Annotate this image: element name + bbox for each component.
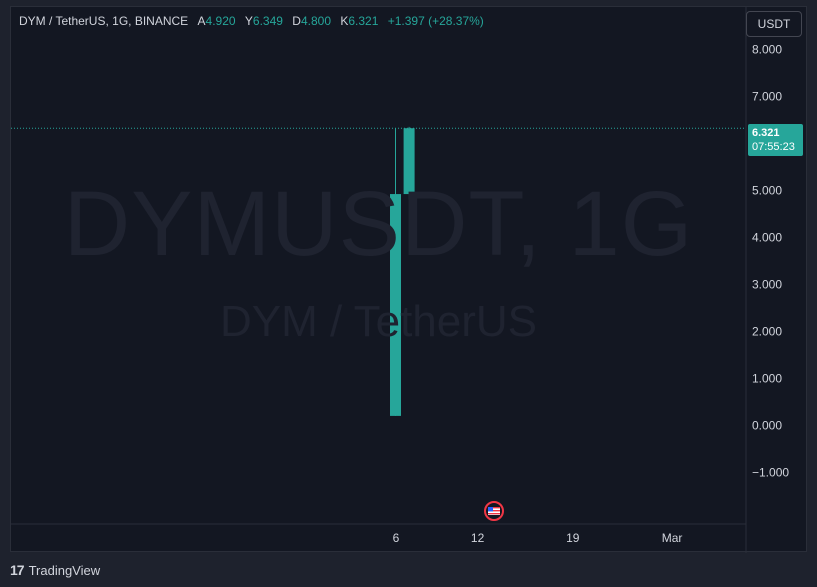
chart-canvas[interactable]: 8.000 7.000 5.000 4.000 3.000 2.000 1.000 0.000… (11, 7, 808, 553)
high-label: Y (244, 14, 253, 28)
y-tick-label: 7.000 (752, 89, 782, 103)
y-tick-label: 4.000 (752, 230, 782, 244)
open-label: A (197, 14, 206, 28)
high-value: 6.349 (252, 14, 283, 28)
footer[interactable]: 17 TradingView (10, 560, 100, 580)
chart-frame[interactable]: 8.000 7.000 5.000 4.000 3.000 2.000 1.000 0.000… (10, 6, 808, 553)
us-flag-event-icon[interactable] (484, 501, 504, 521)
y-tick-label: 0.000 (752, 418, 782, 432)
tradingview-logo-icon: 17 (10, 562, 25, 578)
close-value: 6.321 (348, 14, 379, 28)
currency-button[interactable]: USDT (746, 11, 802, 37)
y-tick-label: 5.000 (752, 183, 782, 197)
low-label: D (292, 14, 301, 28)
low-value: 4.800 (300, 14, 331, 28)
watermark-description: DYM / TetherUS (219, 297, 538, 346)
y-tick-label: 1.000 (752, 371, 782, 385)
last-price-tag: 6.321 07:55:23 (748, 124, 803, 156)
x-tick-label: 6 (393, 531, 400, 545)
ohlc-legend: DYM / TetherUS, 1G, BINANCE A4.920 Y6.34… (19, 14, 484, 28)
y-tick-label: −1.000 (752, 465, 789, 479)
symbol-title[interactable]: DYM / TetherUS, 1G, BINANCE (19, 14, 188, 28)
x-tick-label: 12 (471, 531, 485, 545)
x-tick-label: 19 (566, 531, 580, 545)
y-tick-label: 3.000 (752, 277, 782, 291)
x-tick-label: Mar (662, 531, 683, 545)
bar-countdown: 07:55:23 (752, 141, 795, 153)
change-value: +1.397 (+28.37%) (387, 14, 484, 28)
watermark-symbol: DYMUSDT, 1G (63, 173, 694, 275)
y-tick-label: 8.000 (752, 42, 782, 56)
last-price: 6.321 (752, 127, 780, 139)
y-tick-label: 2.000 (752, 324, 782, 338)
open-value: 4.920 (205, 14, 236, 28)
tradingview-brand: TradingView (28, 562, 101, 578)
